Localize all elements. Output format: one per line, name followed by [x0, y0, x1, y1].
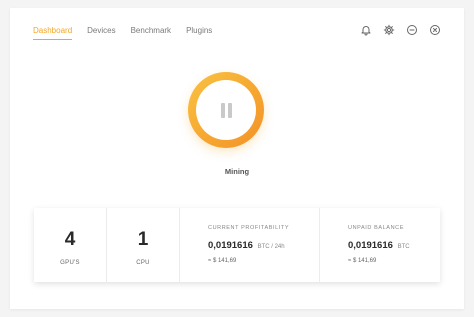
tab-devices[interactable]: Devices [87, 26, 115, 40]
tab-benchmark[interactable]: Benchmark [131, 26, 171, 40]
balance-card: UNPAID BALANCE 0,0191616 BTC ≈ $ 141,69 [320, 208, 440, 282]
profitability-value: 0,0191616 [208, 240, 253, 251]
profitability-unit: BTC / 24h [257, 244, 285, 250]
profitability-fiat: ≈ $ 141,69 [208, 258, 237, 264]
gpu-count-card: 4 GPU'S [34, 208, 107, 282]
balance-value-row: 0,0191616 BTC [348, 240, 440, 251]
mining-status-label: Mining [224, 167, 250, 176]
cpu-count-label: CPU [136, 260, 150, 266]
balance-fiat: ≈ $ 141,69 [348, 258, 377, 264]
main-nav: Dashboard Devices Benchmark Plugins [33, 26, 227, 40]
cpu-count-card: 1 CPU [107, 208, 180, 282]
gear-icon[interactable] [382, 23, 396, 37]
cpu-count-value: 1 [137, 229, 149, 250]
profitability-value-row: 0,0191616 BTC / 24h [208, 240, 319, 251]
window-controls [350, 23, 442, 37]
tab-plugins[interactable]: Plugins [186, 26, 212, 40]
stats-panel: 4 GPU'S 1 CPU CURRENT PROFITABILITY 0,01… [34, 208, 440, 282]
mining-toggle-face [196, 80, 256, 140]
minimize-icon[interactable] [405, 23, 419, 37]
profitability-caption: CURRENT PROFITABILITY [208, 225, 290, 231]
pause-icon [219, 102, 233, 118]
profitability-card: CURRENT PROFITABILITY 0,0191616 BTC / 24… [180, 208, 320, 282]
bell-icon[interactable] [359, 23, 373, 37]
mining-toggle[interactable] [188, 72, 264, 148]
balance-caption: UNPAID BALANCE [348, 225, 404, 231]
balance-unit: BTC [397, 244, 410, 250]
gpu-count-value: 4 [64, 229, 76, 250]
gpu-count-label: GPU'S [60, 260, 80, 266]
mining-toggle-button[interactable] [188, 72, 264, 148]
close-icon[interactable] [428, 23, 442, 37]
tab-dashboard[interactable]: Dashboard [33, 26, 73, 40]
balance-value: 0,0191616 [348, 240, 393, 251]
